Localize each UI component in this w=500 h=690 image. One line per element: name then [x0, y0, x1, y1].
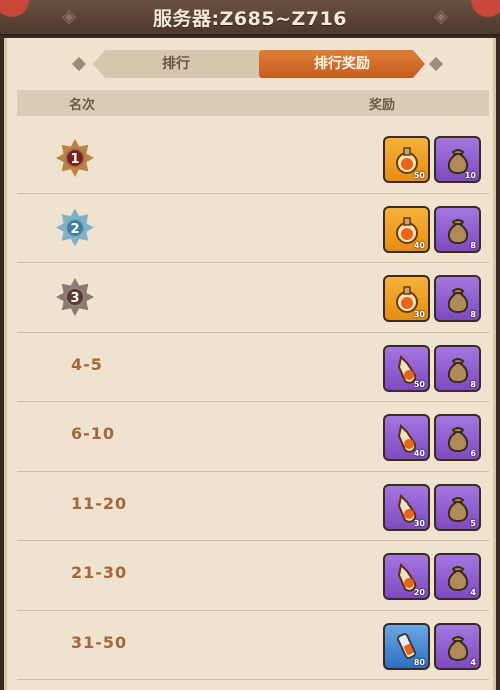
rank-range: 11-20 — [71, 493, 128, 513]
item-count: 50 — [413, 379, 425, 389]
rank-number: 3 — [65, 287, 85, 307]
item-count: 6 — [470, 449, 476, 458]
server-title: 服务器:Z685~Z716 — [153, 8, 347, 30]
item-count: 40 — [413, 449, 425, 458]
reward-items: 40 6 — [383, 414, 483, 462]
reward-items: 50 8 — [383, 344, 483, 393]
tab-ranking[interactable]: 排行 — [93, 50, 259, 78]
reward-item[interactable]: 8 — [434, 205, 481, 253]
reward-item[interactable]: 6 — [434, 414, 481, 461]
reward-item[interactable]: 50 — [383, 136, 430, 183]
rank-number: 1 — [65, 148, 85, 168]
rank-number: 2 — [65, 217, 85, 238]
diamond-ornament-icon — [71, 56, 87, 72]
reward-column-label: 奖励 — [369, 98, 396, 113]
corner-ornament-right — [468, 0, 500, 36]
item-count: 4 — [470, 657, 476, 667]
reward-items: 30 5 — [383, 483, 483, 532]
reward-item[interactable]: 30 — [383, 275, 430, 322]
reward-item[interactable]: 10 — [434, 136, 481, 183]
item-count: 4 — [470, 588, 476, 597]
item-count: 30 — [413, 518, 425, 528]
item-count: 40 — [413, 240, 425, 250]
reward-row: 3 30 8 — [17, 263, 489, 333]
reward-item[interactable]: 40 — [383, 205, 430, 253]
reward-item[interactable]: 8 — [434, 275, 481, 322]
item-count: 5 — [470, 518, 476, 528]
item-count: 10 — [464, 171, 476, 180]
item-count: 8 — [470, 379, 476, 389]
rank-reward-panel: 排行 排行奖励 名次 奖励 1 50 10 2 40 8 3 30 8 4-5 50 8 6-10 40 6… — [4, 38, 496, 690]
tab-ranking-rewards[interactable]: 排行奖励 — [259, 50, 425, 78]
reward-items: 30 8 — [383, 275, 483, 323]
reward-item[interactable]: 80 — [383, 622, 430, 670]
reward-row: 21-30 20 4 — [17, 541, 489, 611]
reward-list: 1 50 10 2 40 8 3 30 8 4-5 50 8 6-10 40 6 11-20 30 5 21-30 2… — [17, 124, 489, 680]
reward-items: 50 10 — [383, 136, 483, 184]
reward-items: 80 4 — [383, 622, 483, 671]
column-header: 名次 奖励 — [17, 90, 489, 116]
emblem-icon: ◈ — [434, 6, 448, 27]
item-count: 8 — [470, 310, 476, 319]
top-bar: ◈ 服务器:Z685~Z716 ◈ — [0, 0, 500, 36]
reward-item[interactable]: 4 — [434, 622, 481, 670]
reward-items: 40 8 — [383, 205, 483, 254]
rank-range: 21-30 — [71, 563, 128, 582]
rank-range: 31-50 — [71, 632, 128, 652]
item-count: 80 — [413, 657, 425, 667]
rank-column-label: 名次 — [69, 98, 96, 113]
item-count: 50 — [413, 171, 425, 180]
item-count: 20 — [413, 588, 425, 597]
reward-item[interactable]: 20 — [383, 553, 430, 600]
reward-items: 20 4 — [383, 553, 483, 601]
reward-item[interactable]: 30 — [383, 483, 430, 531]
item-count: 30 — [413, 310, 425, 319]
reward-row: 11-20 30 5 — [17, 472, 489, 541]
reward-row: 31-50 80 4 — [17, 611, 489, 680]
rank-range: 6-10 — [71, 424, 116, 443]
reward-row: 6-10 40 6 — [17, 402, 489, 472]
tab-bar: 排行 排行奖励 — [7, 50, 493, 80]
rank-medal-icon: 3 — [56, 278, 94, 316]
reward-item[interactable]: 40 — [383, 414, 430, 461]
reward-row: 1 50 10 — [17, 124, 489, 194]
reward-item[interactable]: 50 — [383, 344, 430, 392]
reward-item[interactable]: 5 — [434, 483, 481, 531]
item-count: 8 — [470, 240, 476, 250]
reward-row: 4-5 50 8 — [17, 333, 489, 402]
reward-item[interactable]: 4 — [434, 553, 481, 600]
diamond-ornament-icon — [428, 56, 444, 72]
reward-item[interactable]: 8 — [434, 344, 481, 392]
rank-medal-icon: 1 — [56, 139, 94, 177]
reward-row: 2 40 8 — [17, 194, 489, 263]
rank-range: 4-5 — [71, 354, 103, 374]
rank-medal-icon: 2 — [56, 208, 94, 247]
